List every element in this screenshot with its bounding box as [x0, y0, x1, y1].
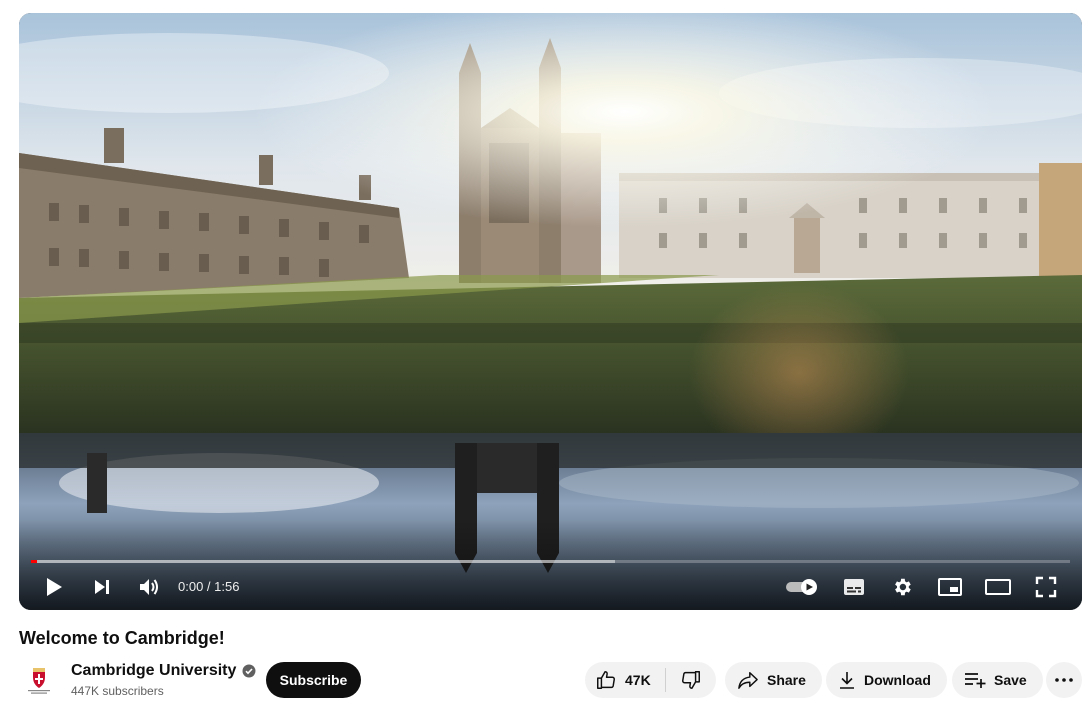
like-dislike-group: 47K — [585, 662, 716, 698]
university-crest-icon — [28, 668, 50, 694]
progress-bar[interactable] — [31, 560, 1070, 563]
video-title: Welcome to Cambridge! — [19, 628, 225, 648]
subtitles-button[interactable] — [839, 573, 869, 601]
channel-info: Cambridge University 447K subscribers — [71, 660, 271, 698]
more-actions-button[interactable] — [1046, 662, 1082, 698]
autoplay-toggle[interactable] — [784, 573, 820, 601]
time-current: 0:00 — [178, 579, 204, 594]
volume-icon — [140, 579, 158, 595]
download-button[interactable]: Download — [826, 662, 947, 698]
time-total: 1:56 — [214, 579, 240, 594]
verified-badge-icon — [242, 664, 256, 678]
video-player[interactable]: 0:00 / 1:56 — [19, 13, 1082, 610]
channel-avatar[interactable] — [19, 660, 59, 700]
share-label: Share — [767, 672, 806, 688]
time-display: 0:00 / 1:56 — [178, 579, 239, 595]
channel-name-row: Cambridge University — [71, 660, 271, 682]
save-label: Save — [994, 672, 1027, 688]
save-button[interactable]: Save — [952, 662, 1043, 698]
progress-buffered — [31, 560, 615, 563]
time-separator: / — [203, 579, 215, 594]
like-button[interactable]: 47K — [585, 662, 665, 698]
thumbs-down-icon — [681, 671, 700, 689]
progress-played — [31, 560, 38, 563]
settings-icon — [895, 578, 911, 596]
dislike-button[interactable] — [666, 662, 716, 698]
share-icon — [738, 672, 758, 689]
thumbs-up-icon — [597, 671, 615, 689]
mute-button[interactable] — [134, 573, 164, 601]
download-icon — [840, 672, 854, 689]
theater-mode-button[interactable] — [982, 573, 1014, 601]
play-icon — [47, 578, 62, 596]
autoplay-toggle-icon — [786, 579, 817, 595]
fullscreen-button[interactable] — [1031, 573, 1061, 601]
controls-gradient — [19, 520, 1082, 610]
save-to-playlist-icon — [965, 673, 986, 688]
miniplayer-icon — [938, 578, 962, 596]
more-horizontal-icon — [1055, 678, 1073, 682]
play-button[interactable] — [39, 573, 69, 601]
share-button[interactable]: Share — [725, 662, 822, 698]
subscriber-count: 447K subscribers — [71, 684, 164, 698]
theater-mode-icon — [985, 579, 1011, 595]
next-button[interactable] — [87, 573, 117, 601]
next-icon — [95, 580, 109, 594]
like-count: 47K — [625, 672, 651, 688]
settings-button[interactable] — [887, 573, 917, 601]
fullscreen-icon — [1035, 576, 1057, 598]
miniplayer-button[interactable] — [934, 573, 966, 601]
download-label: Download — [864, 672, 931, 688]
channel-owner: Cambridge University 447K subscribers — [19, 660, 256, 700]
channel-name[interactable]: Cambridge University — [71, 662, 236, 680]
subtitles-icon — [844, 579, 864, 595]
subscribe-button[interactable]: Subscribe — [266, 662, 361, 698]
